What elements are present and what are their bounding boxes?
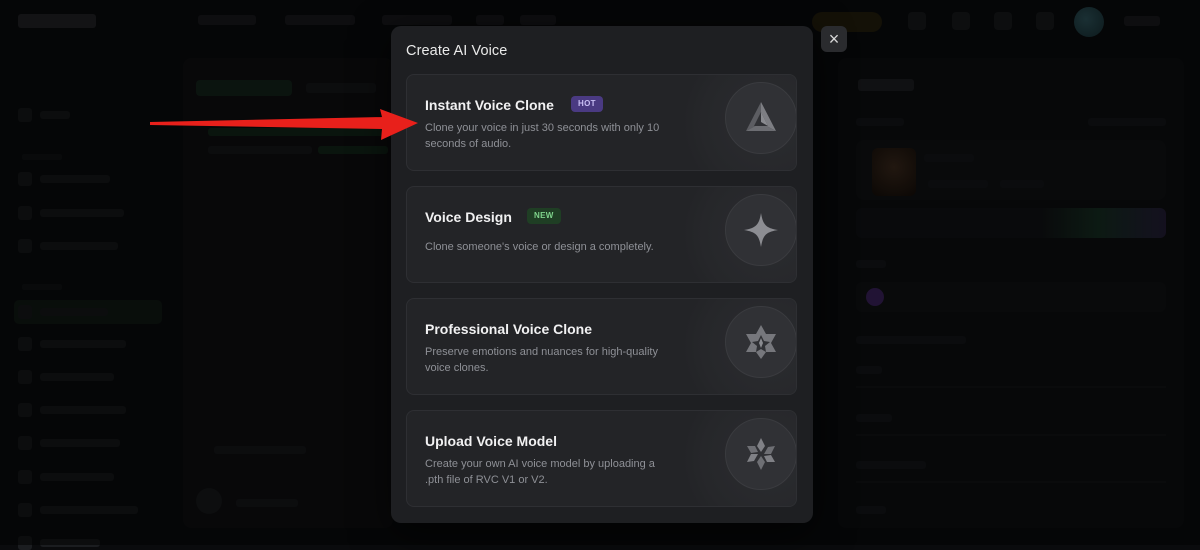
- option-description: Preserve emotions and nuances for high-q…: [425, 346, 658, 374]
- voice-design-option[interactable]: Voice Design NEW Clone someone's voice o…: [406, 186, 797, 283]
- upload-voice-model-option[interactable]: Upload Voice Model Create your own AI vo…: [406, 410, 797, 507]
- option-description: Create your own AI voice model by upload…: [425, 458, 655, 486]
- option-description: Clone your voice in just 30 seconds with…: [425, 122, 660, 150]
- close-button[interactable]: ×: [821, 26, 847, 52]
- dialog-title: Create AI Voice: [406, 43, 508, 59]
- option-title: Upload Voice Model: [425, 433, 557, 449]
- professional-voice-clone-option[interactable]: Professional Voice Clone Preserve emotio…: [406, 298, 797, 395]
- hot-badge: HOT: [571, 96, 603, 112]
- sparkle-star-icon: [725, 194, 796, 266]
- annotation-arrow: [150, 109, 418, 140]
- option-title: Voice Design: [425, 209, 512, 225]
- create-ai-voice-dialog: Create AI Voice Instant Voice Clone HOT …: [391, 26, 813, 523]
- new-badge: NEW: [527, 208, 561, 224]
- option-title: Professional Voice Clone: [425, 321, 593, 337]
- instant-voice-clone-option[interactable]: Instant Voice Clone HOT Clone your voice…: [406, 74, 797, 171]
- triangle-logo-icon: [725, 82, 796, 154]
- option-title: Instant Voice Clone: [425, 97, 554, 113]
- option-description: Clone someone's voice or design a comple…: [425, 241, 654, 253]
- star-badge-icon: [725, 306, 796, 378]
- hexagon-petals-icon: [725, 418, 796, 490]
